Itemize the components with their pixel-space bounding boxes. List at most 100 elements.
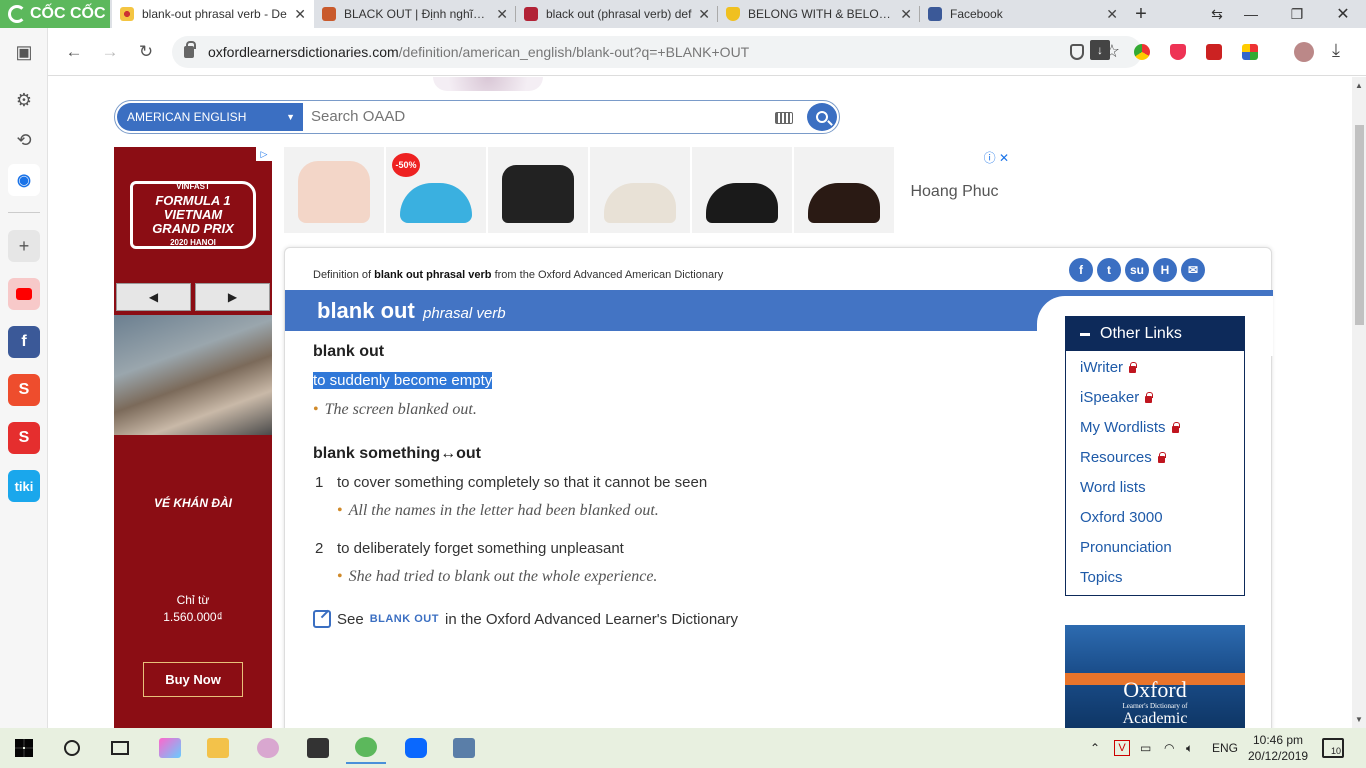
close-icon[interactable]: ✕ xyxy=(1106,6,1118,23)
stumbleupon-share-icon[interactable]: su xyxy=(1125,258,1149,282)
action-center-icon[interactable]: 10 xyxy=(1322,738,1344,758)
see-also-link[interactable]: BLANK OUT xyxy=(370,613,439,625)
buy-now-button[interactable]: Buy Now xyxy=(143,662,243,697)
tab-facebook[interactable]: Facebook ✕ xyxy=(920,0,1126,28)
close-icon[interactable]: ✕ xyxy=(698,6,710,23)
sticky-notes-icon[interactable] xyxy=(298,732,338,764)
file-explorer-icon[interactable] xyxy=(198,732,238,764)
new-tab-button[interactable]: + xyxy=(1118,0,1164,28)
shopee-icon[interactable]: S xyxy=(8,374,40,406)
volume-icon[interactable]: 🔈︎ xyxy=(1186,728,1193,768)
other-link-item[interactable]: Pronunciation xyxy=(1080,539,1172,556)
window-close-button[interactable]: ✕ xyxy=(1320,0,1366,28)
chrome-extension-icon[interactable] xyxy=(1134,44,1150,60)
scroll-down-icon[interactable]: ▼ xyxy=(1355,715,1363,724)
other-link-item[interactable]: iWriter xyxy=(1080,359,1138,376)
dictionary-select[interactable]: AMERICAN ENGLISH ▼ xyxy=(117,103,303,131)
windows-start-icon[interactable] xyxy=(4,732,44,764)
twitter-share-icon[interactable]: t xyxy=(1097,258,1121,282)
page-scrollbar[interactable]: ▲ ▼ xyxy=(1352,77,1366,728)
show-hidden-icons[interactable]: ⌃ xyxy=(1090,728,1100,768)
product-cap[interactable]: -50% xyxy=(386,147,486,233)
adblock-extension-icon[interactable] xyxy=(1170,44,1186,60)
ad-prev-button[interactable]: ◀ xyxy=(116,283,191,311)
product-black-shoe[interactable] xyxy=(692,147,792,233)
search-input[interactable] xyxy=(311,108,751,125)
reload-button[interactable]: ↻ xyxy=(134,40,158,64)
paint-app-icon[interactable] xyxy=(150,732,190,764)
email-share-icon[interactable]: ✉ xyxy=(1181,258,1205,282)
download-page-icon[interactable]: ↓ xyxy=(1090,40,1110,60)
other-link-item[interactable]: Oxford 3000 xyxy=(1080,509,1163,526)
close-icon[interactable]: ✕ xyxy=(496,6,508,23)
adchoices-icon[interactable]: ▷ xyxy=(256,147,272,161)
tab-blank-out[interactable]: blank-out phrasal verb - De ✕ xyxy=(112,0,314,28)
close-icon[interactable]: ✕ xyxy=(294,6,306,23)
dictionary-entry: Definition of blank out phrasal verb fro… xyxy=(284,247,1273,728)
input-language[interactable]: ENG xyxy=(1212,728,1238,768)
product-white-sneaker[interactable] xyxy=(590,147,690,233)
ad-close-icon[interactable]: ⓘ ✕ xyxy=(984,149,1009,166)
youtube-icon[interactable] xyxy=(8,278,40,310)
tab-belong-with[interactable]: BELONG WITH & BELONG T ✕ xyxy=(718,0,920,28)
other-link-item[interactable]: Resources xyxy=(1080,449,1166,466)
oxford-book-ad[interactable]: Oxford Learner's Dictionary of Academic xyxy=(1065,625,1245,728)
coccoc-taskbar-icon[interactable] xyxy=(346,732,386,764)
tab-black-out-cambridge[interactable]: BLACK OUT | Định nghĩa tro ✕ xyxy=(314,0,516,28)
back-button[interactable]: ← xyxy=(62,40,86,64)
minimize-button[interactable]: — xyxy=(1228,0,1274,28)
external-link-icon[interactable] xyxy=(313,610,331,628)
snipping-tool-icon[interactable] xyxy=(248,732,288,764)
example-text: The screen blanked out. xyxy=(324,401,477,418)
tray-app-icon[interactable]: V xyxy=(1114,728,1130,768)
scrollbar-thumb[interactable] xyxy=(1355,125,1364,325)
product-leather-shoe[interactable] xyxy=(794,147,894,233)
shoe-banner-ad[interactable]: -50% Hoang Phuc ⓘ ✕ xyxy=(284,147,1013,237)
other-links-header[interactable]: Other Links xyxy=(1066,317,1244,351)
f1-vertical-ad[interactable]: ▷ VINFAST FORMULA 1 VIETNAM GRAND PRIX 2… xyxy=(114,147,272,728)
other-link-item[interactable]: iSpeaker xyxy=(1080,389,1154,406)
downloads-icon[interactable]: ⤓ xyxy=(1332,40,1340,61)
search-icon[interactable] xyxy=(52,732,92,764)
product-boot[interactable] xyxy=(284,147,384,233)
gear-icon[interactable]: ⚙ xyxy=(8,84,40,116)
facebook-icon[interactable]: f xyxy=(8,326,40,358)
colorful-extension-icon[interactable] xyxy=(1242,44,1258,60)
dictionary-search-bar: AMERICAN ENGLISH ▼ xyxy=(114,100,840,134)
other-link-item[interactable]: My Wordlists xyxy=(1080,419,1180,436)
scroll-up-icon[interactable]: ▲ xyxy=(1355,81,1363,90)
battery-icon[interactable]: ▭ xyxy=(1140,728,1151,768)
avatar[interactable] xyxy=(1294,42,1314,62)
tiki-icon[interactable]: tiki xyxy=(8,470,40,502)
clock-time: 10:46 pm xyxy=(1252,733,1304,747)
info-icon[interactable]: ⓘ xyxy=(984,151,996,165)
system-clock[interactable]: 10:46 pm 20/12/2019 xyxy=(1248,732,1308,764)
task-view-icon[interactable] xyxy=(100,732,140,764)
keyboard-icon[interactable] xyxy=(775,112,793,124)
record-extension-icon[interactable] xyxy=(1206,44,1222,60)
wifi-icon[interactable]: ◠ xyxy=(1164,728,1174,768)
forward-button[interactable]: → xyxy=(98,40,122,64)
tab-black-out-def[interactable]: black out (phrasal verb) def ✕ xyxy=(516,0,718,28)
product-black-boot[interactable] xyxy=(488,147,588,233)
search-button[interactable] xyxy=(807,103,837,131)
other-link-item[interactable]: Topics xyxy=(1080,569,1123,586)
address-bar[interactable]: oxfordlearnersdictionaries.com/definitio… xyxy=(172,36,1142,68)
messenger-icon[interactable]: ◉ xyxy=(8,164,40,196)
history-icon[interactable]: ⟲ xyxy=(8,124,40,156)
close-icon[interactable]: ✕ xyxy=(900,6,912,23)
facebook-share-icon[interactable]: f xyxy=(1069,258,1093,282)
sidebar-toggle-icon[interactable]: ▣ xyxy=(8,36,40,68)
other-link-item[interactable]: Word lists xyxy=(1080,479,1146,496)
add-icon[interactable]: + xyxy=(8,230,40,262)
hatena-share-icon[interactable]: H xyxy=(1153,258,1177,282)
maximize-button[interactable]: ❐ xyxy=(1274,0,1320,28)
zalo-icon[interactable] xyxy=(396,732,436,764)
ad-next-button[interactable]: ▶ xyxy=(195,283,270,311)
close-icon[interactable]: ✕ xyxy=(999,151,1009,165)
other-link-label: My Wordlists xyxy=(1080,419,1166,436)
shield-icon[interactable] xyxy=(1070,44,1084,60)
coccoc-menu-button[interactable]: CỐC CỐC xyxy=(0,0,110,28)
photos-app-icon[interactable] xyxy=(444,732,484,764)
sendo-icon[interactable]: S xyxy=(8,422,40,454)
